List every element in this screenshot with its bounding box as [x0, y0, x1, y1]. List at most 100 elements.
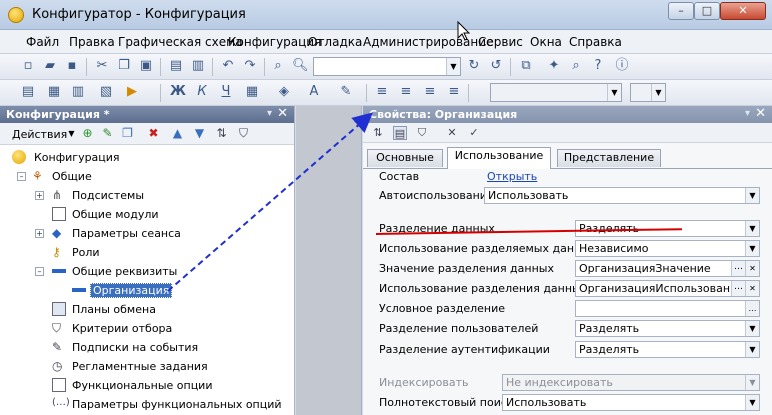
move-down-icon[interactable]: ▼: [192, 126, 207, 141]
chevron-down-icon[interactable]: ▼: [607, 84, 621, 101]
tree-item-subsystems[interactable]: + ⋔ Подсистемы: [0, 186, 290, 205]
conditional-separation-field[interactable]: …: [575, 300, 760, 317]
copy-icon[interactable]: ❐: [120, 126, 135, 141]
tree-item-session-params[interactable]: + ◆ Параметры сеанса: [0, 224, 290, 243]
module3-icon[interactable]: ▥: [70, 84, 86, 100]
tree-item-common[interactable]: – ⚘ Общие: [0, 167, 290, 186]
clear-icon[interactable]: ✕: [445, 126, 459, 140]
chevron-down-icon[interactable]: ▼: [64, 126, 79, 141]
open-composition-link[interactable]: Открыть: [487, 170, 537, 188]
redo-icon[interactable]: ↷: [242, 58, 258, 74]
help-search-icon[interactable]: ⌕: [568, 58, 584, 74]
find-prev-icon[interactable]: ↺: [488, 58, 504, 74]
paste-icon[interactable]: ▣: [138, 58, 154, 74]
actions-menu[interactable]: Действия: [12, 128, 67, 141]
separation-usage-field[interactable]: ОрганизацияИспользование… ✕: [575, 280, 760, 297]
bold-button[interactable]: Ж: [170, 84, 186, 100]
separation-value-field[interactable]: ОрганизацияЗначение … ✕: [575, 260, 760, 277]
tab-presentation[interactable]: Представление: [557, 149, 661, 167]
menu-edit[interactable]: Правка: [69, 35, 115, 49]
help-icon[interactable]: ?: [590, 58, 606, 74]
sort-alpha-icon[interactable]: ⇅: [371, 126, 385, 140]
search-icon[interactable]: 🔍︎: [292, 58, 309, 74]
align-right-icon[interactable]: ≡: [422, 84, 438, 100]
chevron-down-icon[interactable]: ▼: [745, 188, 759, 203]
add-icon[interactable]: ⊕: [80, 126, 95, 141]
align-left-icon[interactable]: ≡: [374, 84, 390, 100]
delete-icon[interactable]: ✖: [146, 126, 161, 141]
open-icon[interactable]: ▰: [42, 58, 58, 74]
print-icon[interactable]: ▤: [168, 58, 184, 74]
apply-icon[interactable]: ✓: [467, 126, 481, 140]
align-center-icon[interactable]: ≡: [398, 84, 414, 100]
ellipsis-icon[interactable]: …: [731, 261, 745, 276]
search-combo[interactable]: ▼: [313, 57, 461, 76]
module-icon[interactable]: ▤: [20, 84, 36, 100]
tree-item-roles[interactable]: ⚷ Роли: [0, 243, 290, 262]
tab-main[interactable]: Основные: [367, 149, 443, 167]
collapse-icon[interactable]: –: [35, 267, 44, 276]
justify-icon[interactable]: ≡: [446, 84, 462, 100]
highlight-icon[interactable]: ✎: [338, 84, 354, 100]
cut-icon[interactable]: ✂: [94, 58, 110, 74]
close-button[interactable]: ✕: [720, 2, 766, 20]
ellipsis-icon[interactable]: …: [745, 301, 759, 316]
chevron-down-icon[interactable]: ▼: [745, 375, 759, 390]
move-up-icon[interactable]: ▲: [170, 126, 185, 141]
chevron-down-icon[interactable]: ▼: [745, 241, 759, 256]
edit-icon[interactable]: ✎: [100, 126, 115, 141]
tree-item-common-modules[interactable]: Общие модули: [0, 205, 290, 224]
minimize-button[interactable]: –: [668, 2, 694, 20]
expand-icon[interactable]: +: [35, 229, 44, 238]
pin-icon[interactable]: ▾: [267, 108, 272, 119]
tree-item-organization[interactable]: Организация: [0, 281, 290, 300]
maximize-button[interactable]: □: [694, 2, 720, 20]
info-icon[interactable]: ⓘ: [614, 58, 630, 74]
menu-windows[interactable]: Окна: [530, 35, 562, 49]
find-next-icon[interactable]: ↻: [466, 58, 482, 74]
underline-button[interactable]: Ч: [218, 84, 234, 100]
expand-icon[interactable]: +: [35, 191, 44, 200]
tree-item-event-subscriptions[interactable]: ✎ Подписки на события: [0, 338, 290, 357]
fulltext-search-select[interactable]: Использовать ▼: [502, 394, 760, 411]
collapse-icon[interactable]: –: [17, 172, 26, 181]
categories-icon[interactable]: ▤: [393, 126, 407, 140]
module4-icon[interactable]: ▧: [98, 84, 114, 100]
menu-graphic-scheme[interactable]: Графическая схема: [118, 35, 243, 49]
menu-help[interactable]: Справка: [569, 35, 622, 49]
font-size-combo[interactable]: ▼: [630, 83, 666, 102]
save-icon[interactable]: ▪: [64, 58, 80, 74]
chevron-down-icon[interactable]: ▼: [745, 342, 759, 357]
ellipsis-icon[interactable]: …: [731, 281, 745, 296]
tree-item-common-attributes[interactable]: – Общие реквизиты: [0, 262, 290, 281]
sort-icon[interactable]: ⇅: [214, 126, 229, 141]
clear-field-icon[interactable]: ✕: [745, 261, 759, 276]
auth-separation-select[interactable]: Разделять ▼: [575, 341, 760, 358]
run-icon[interactable]: ▶: [124, 84, 140, 100]
tree-item-filter-criteria[interactable]: ⛉ Критерии отбора: [0, 319, 290, 338]
copy-icon[interactable]: ❐: [116, 58, 132, 74]
preview-icon[interactable]: ▥: [190, 58, 206, 74]
shared-data-usage-select[interactable]: Независимо ▼: [575, 240, 760, 257]
tree-item-scheduled-jobs[interactable]: ◷ Регламентные задания: [0, 357, 290, 376]
user-separation-select[interactable]: Разделять ▼: [575, 320, 760, 337]
filter-icon[interactable]: ⛉: [236, 126, 251, 141]
undo-icon[interactable]: ↶: [220, 58, 236, 74]
font-combo[interactable]: ▼: [490, 83, 622, 102]
chevron-down-icon[interactable]: ▼: [745, 221, 759, 236]
close-icon[interactable]: ✕: [755, 106, 766, 121]
italic-button[interactable]: К: [194, 84, 210, 100]
new-icon[interactable]: ▫: [20, 58, 36, 74]
chevron-down-icon[interactable]: ▼: [651, 84, 665, 101]
wizard-icon[interactable]: ✦: [546, 58, 562, 74]
chevron-down-icon[interactable]: ▼: [745, 395, 759, 410]
module2-icon[interactable]: ▦: [46, 84, 62, 100]
menu-service[interactable]: Сервис: [478, 35, 523, 49]
menu-debug[interactable]: Отладка: [308, 35, 362, 49]
menu-file[interactable]: Файл: [26, 35, 59, 49]
close-icon[interactable]: ✕: [277, 106, 288, 121]
chevron-down-icon[interactable]: ▼: [446, 58, 460, 75]
font-color-icon[interactable]: A: [306, 84, 322, 100]
tree-item-functional-options[interactable]: Функциональные опции: [0, 376, 290, 395]
pin-icon[interactable]: ▾: [745, 108, 750, 119]
